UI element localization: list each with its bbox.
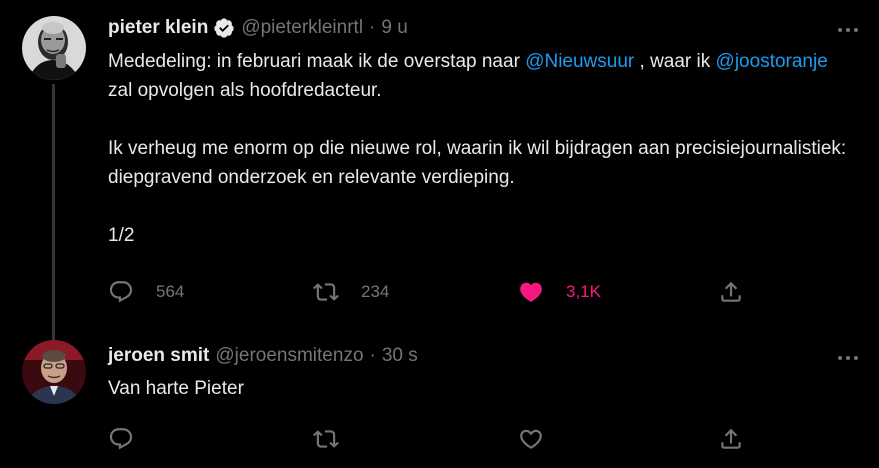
reply-button[interactable] [108, 426, 134, 452]
author-name[interactable]: jeroen smit [108, 344, 209, 368]
thread-connector-line [52, 84, 55, 342]
separator-dot: · [369, 345, 376, 366]
like-button[interactable]: 3,1K [518, 279, 601, 305]
tweet-thread: pieter klein @pieterkleinrtl · 9 u Meded… [0, 0, 879, 468]
heart-icon [520, 282, 542, 302]
tweet-text: Mededeling: in februari maak ik de overs… [108, 47, 848, 250]
share-icon [721, 281, 741, 302]
tweet-jeroen-smit[interactable]: jeroen smit @jeroensmitenzo · 30 s Van h… [0, 330, 879, 468]
tweet-paragraph-1: Mededeling: in februari maak ik de overs… [108, 47, 848, 105]
tweet-header: jeroen smit @jeroensmitenzo · 30 s [108, 344, 418, 368]
heart-icon [520, 429, 542, 449]
retweet-button[interactable]: 234 [313, 279, 389, 305]
like-button[interactable] [518, 426, 544, 452]
more-icon[interactable] [835, 18, 861, 42]
tweet-actions: 564 234 3,1K [108, 279, 858, 305]
avatar-pieter-klein[interactable] [22, 16, 86, 80]
tweet-text: Van harte Pieter [108, 374, 848, 403]
reply-button[interactable]: 564 [108, 279, 184, 305]
author-name[interactable]: pieter klein [108, 16, 208, 40]
retweet-icon [313, 430, 339, 448]
verified-badge-icon [213, 17, 235, 39]
avatar-jeroen-smit[interactable] [22, 340, 86, 404]
tweet-paragraph-3: 1/2 [108, 225, 135, 246]
share-icon [721, 428, 741, 449]
more-icon[interactable] [835, 346, 861, 370]
tweet-timestamp[interactable]: 9 u [381, 16, 407, 40]
share-button[interactable] [718, 426, 744, 452]
like-count: 3,1K [566, 282, 601, 301]
reply-icon [109, 428, 133, 450]
tweet-timestamp[interactable]: 30 s [382, 344, 418, 368]
retweet-icon [313, 283, 339, 301]
author-handle[interactable]: @jeroensmitenzo [215, 344, 363, 368]
mention-nieuwsuur[interactable]: @Nieuwsuur [525, 51, 634, 72]
tweet-header: pieter klein @pieterkleinrtl · 9 u [108, 16, 408, 40]
tweet-paragraph-1: Van harte Pieter [108, 378, 244, 399]
tweet-actions [108, 426, 858, 452]
mention-joostoranje[interactable]: @joostoranje [716, 51, 828, 72]
reply-count: 564 [156, 282, 185, 301]
text-segment: , waar ik [634, 51, 716, 72]
text-segment: Mededeling: in februari maak ik de overs… [108, 51, 526, 72]
separator-dot: · [369, 17, 376, 38]
text-segment: zal opvolgen als hoofdredacteur. [108, 80, 382, 101]
retweet-count: 234 [361, 282, 390, 301]
reply-icon [109, 281, 133, 303]
tweet-paragraph-2: Ik verheug me enorm op die nieuwe rol, w… [108, 138, 847, 188]
retweet-button[interactable] [313, 426, 339, 452]
author-handle[interactable]: @pieterkleinrtl [241, 16, 363, 40]
tweet-pieter-klein[interactable]: pieter klein @pieterkleinrtl · 9 u Meded… [0, 0, 879, 342]
share-button[interactable] [718, 279, 744, 305]
